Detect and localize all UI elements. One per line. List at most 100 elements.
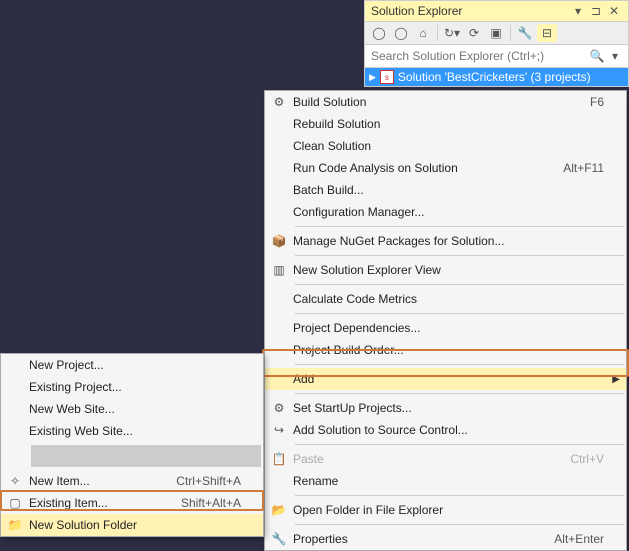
- solution-tree: ▶ s Solution 'BestCricketers' (3 project…: [365, 68, 628, 86]
- new-view-icon-gutter: ▥: [265, 263, 293, 277]
- submenu-item-shortcut: Ctrl+Shift+A: [176, 474, 245, 488]
- toolbar-separator: [437, 25, 438, 41]
- menu-item[interactable]: 📋PasteCtrl+V: [265, 448, 626, 470]
- menu-item[interactable]: Configuration Manager...: [265, 201, 626, 223]
- close-icon[interactable]: ✕: [606, 4, 622, 18]
- menu-item[interactable]: Batch Build...: [265, 179, 626, 201]
- menu-item-shortcut: Ctrl+V: [570, 452, 608, 466]
- menu-item-label: Project Dependencies...: [293, 321, 608, 335]
- submenu-item-label: Existing Item...: [29, 496, 181, 510]
- gear-icon-gutter: ⚙: [265, 401, 293, 415]
- submenu-item[interactable]: Existing Project...: [1, 376, 263, 398]
- menu-item-label: Set StartUp Projects...: [293, 401, 608, 415]
- submenu-item-label: Existing Web Site...: [29, 424, 245, 438]
- menu-item[interactable]: ▥New Solution Explorer View: [265, 259, 626, 281]
- wrench-icon-gutter: 🔧: [265, 532, 293, 546]
- menu-item[interactable]: ↪Add Solution to Source Control...: [265, 419, 626, 441]
- submenu-item-label: Existing Project...: [29, 380, 245, 394]
- menu-item[interactable]: 📦Manage NuGet Packages for Solution...: [265, 230, 626, 252]
- properties-icon[interactable]: 🔧: [515, 24, 535, 42]
- menu-separator: [295, 364, 624, 365]
- search-box[interactable]: 🔍 ▾: [365, 45, 628, 68]
- new-item-icon-gutter: ✧: [1, 474, 29, 488]
- source-control-icon-gutter: ↪: [265, 423, 293, 437]
- menu-item[interactable]: Project Build Order...: [265, 339, 626, 361]
- menu-separator: [31, 445, 261, 467]
- show-all-icon[interactable]: ⊟: [537, 24, 557, 42]
- menu-item-label: Build Solution: [293, 95, 590, 109]
- collapse-icon[interactable]: ▣: [486, 24, 506, 42]
- menu-item-label: Run Code Analysis on Solution: [293, 161, 563, 175]
- menu-item[interactable]: ⚙Set StartUp Projects...: [265, 397, 626, 419]
- back-icon[interactable]: ◯: [369, 24, 389, 42]
- menu-item-shortcut: Alt+F11: [563, 161, 608, 175]
- menu-item-label: Rename: [293, 474, 608, 488]
- panel-title-text: Solution Explorer: [371, 4, 568, 18]
- expand-icon[interactable]: ▶: [369, 72, 376, 83]
- menu-separator: [295, 226, 624, 227]
- solution-node[interactable]: ▶ s Solution 'BestCricketers' (3 project…: [365, 68, 628, 86]
- menu-item-label: New Solution Explorer View: [293, 263, 608, 277]
- home-icon[interactable]: ⌂: [413, 24, 433, 42]
- nuget-icon-gutter: 📦: [265, 234, 293, 248]
- paste-icon-gutter: 📋: [265, 452, 293, 466]
- menu-item-label: Add Solution to Source Control...: [293, 423, 608, 437]
- submenu-item[interactable]: ✧New Item...Ctrl+Shift+A: [1, 470, 263, 492]
- menu-item-label: Manage NuGet Packages for Solution...: [293, 234, 608, 248]
- menu-item[interactable]: Rename: [265, 470, 626, 492]
- menu-item[interactable]: 📂Open Folder in File Explorer: [265, 499, 626, 521]
- menu-item[interactable]: ⚙Build SolutionF6: [265, 91, 626, 113]
- search-icon[interactable]: 🔍: [588, 49, 606, 63]
- solution-icon: s: [380, 70, 394, 84]
- search-dropdown-icon[interactable]: ▾: [606, 49, 624, 63]
- sync-icon[interactable]: ↻▾: [442, 24, 462, 42]
- menu-item[interactable]: 🔧PropertiesAlt+Enter: [265, 528, 626, 550]
- submenu-item[interactable]: New Web Site...: [1, 398, 263, 420]
- menu-separator: [295, 284, 624, 285]
- menu-item-shortcut: Alt+Enter: [554, 532, 608, 546]
- menu-item-label: Project Build Order...: [293, 343, 608, 357]
- menu-item[interactable]: Add▶: [265, 368, 626, 390]
- submenu-item-label: New Project...: [29, 358, 245, 372]
- existing-item-icon-gutter: ▢: [1, 496, 29, 510]
- menu-item-label: Paste: [293, 452, 570, 466]
- new-folder-icon-gutter: 📁: [1, 518, 29, 532]
- panel-titlebar: Solution Explorer ▾ ⊐ ✕: [365, 1, 628, 21]
- dropdown-icon[interactable]: ▾: [570, 4, 586, 18]
- context-menu: ⚙Build SolutionF6Rebuild SolutionClean S…: [264, 90, 627, 551]
- submenu-item-label: New Web Site...: [29, 402, 245, 416]
- pin-icon[interactable]: ⊐: [588, 4, 604, 18]
- menu-item-label: Batch Build...: [293, 183, 608, 197]
- menu-item[interactable]: Clean Solution: [265, 135, 626, 157]
- menu-separator: [295, 393, 624, 394]
- menu-item-shortcut: F6: [590, 95, 608, 109]
- submenu-item[interactable]: New Project...: [1, 354, 263, 376]
- submenu-item[interactable]: 📁New Solution Folder: [1, 514, 263, 536]
- submenu-item-shortcut: Shift+Alt+A: [181, 496, 245, 510]
- menu-item-label: Configuration Manager...: [293, 205, 608, 219]
- toolbar-separator: [510, 25, 511, 41]
- menu-item-label: Clean Solution: [293, 139, 608, 153]
- menu-item-label: Open Folder in File Explorer: [293, 503, 608, 517]
- menu-separator: [295, 524, 624, 525]
- menu-item-label: Calculate Code Metrics: [293, 292, 608, 306]
- menu-separator: [295, 313, 624, 314]
- forward-icon[interactable]: ◯: [391, 24, 411, 42]
- menu-item[interactable]: Calculate Code Metrics: [265, 288, 626, 310]
- menu-item-label: Rebuild Solution: [293, 117, 608, 131]
- build-icon-gutter: ⚙: [265, 95, 293, 109]
- folder-open-icon-gutter: 📂: [265, 503, 293, 517]
- menu-item[interactable]: Run Code Analysis on SolutionAlt+F11: [265, 157, 626, 179]
- submenu-item-label: New Item...: [29, 474, 176, 488]
- solution-node-label: Solution 'BestCricketers' (3 projects): [398, 70, 591, 84]
- menu-item[interactable]: Rebuild Solution: [265, 113, 626, 135]
- submenu-item[interactable]: Existing Web Site...: [1, 420, 263, 442]
- search-input[interactable]: [369, 47, 588, 65]
- menu-item[interactable]: Project Dependencies...: [265, 317, 626, 339]
- panel-toolbar: ◯ ◯ ⌂ ↻▾ ⟳ ▣ 🔧 ⊟: [365, 21, 628, 45]
- refresh-icon[interactable]: ⟳: [464, 24, 484, 42]
- menu-item-label: Add: [293, 372, 608, 386]
- menu-separator: [295, 495, 624, 496]
- menu-item-label: Properties: [293, 532, 554, 546]
- add-submenu: New Project... Existing Project... New Web…: [0, 353, 264, 537]
